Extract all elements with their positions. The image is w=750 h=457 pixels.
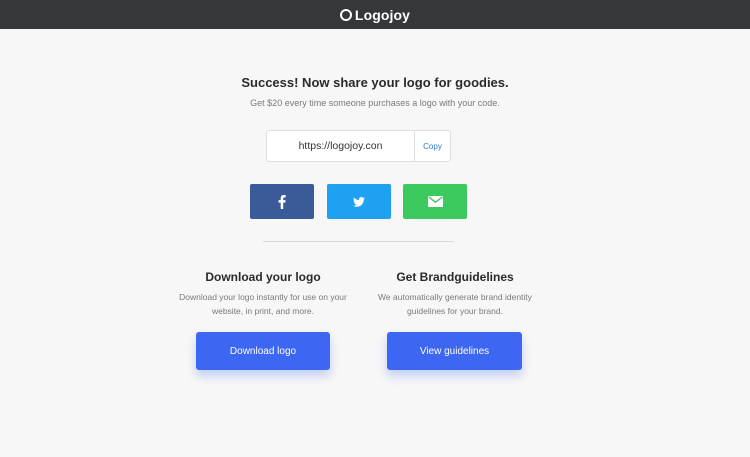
share-link-box: Copy [266, 130, 451, 162]
download-title: Download your logo [205, 270, 321, 284]
facebook-icon [278, 194, 286, 209]
share-headline: Success! Now share your logo for goodies… [241, 75, 509, 90]
email-share-button[interactable] [403, 184, 467, 219]
mail-icon [427, 196, 443, 207]
twitter-icon [353, 196, 365, 207]
download-description: Download your logo instantly for use on … [163, 290, 363, 318]
guidelines-description-line: guidelines for your brand. [407, 306, 503, 316]
brand-name: Logojoy [354, 6, 411, 23]
logojoy-logo[interactable]: Logojoy [339, 6, 411, 23]
logo-ring-icon [339, 8, 352, 21]
guidelines-description: We automatically generate brand identity… [355, 290, 555, 318]
twitter-share-button[interactable] [327, 184, 391, 219]
section-divider [263, 241, 454, 242]
download-description-line: Download your logo instantly for use on … [179, 292, 347, 302]
guidelines-description-line: We automatically generate brand identity [378, 292, 532, 302]
facebook-share-button[interactable] [250, 184, 314, 219]
share-url-input[interactable] [267, 131, 414, 161]
download-logo-button[interactable]: Download logo [196, 332, 330, 370]
download-description-line: website, in print, and more. [211, 306, 315, 316]
guidelines-title: Get Brandguidelines [396, 270, 514, 284]
view-guidelines-button[interactable]: View guidelines [387, 332, 522, 370]
top-bar: Logojoy [0, 0, 750, 29]
copy-button[interactable]: Copy [414, 131, 450, 161]
share-subline: Get $20 every time someone purchases a l… [250, 98, 500, 108]
